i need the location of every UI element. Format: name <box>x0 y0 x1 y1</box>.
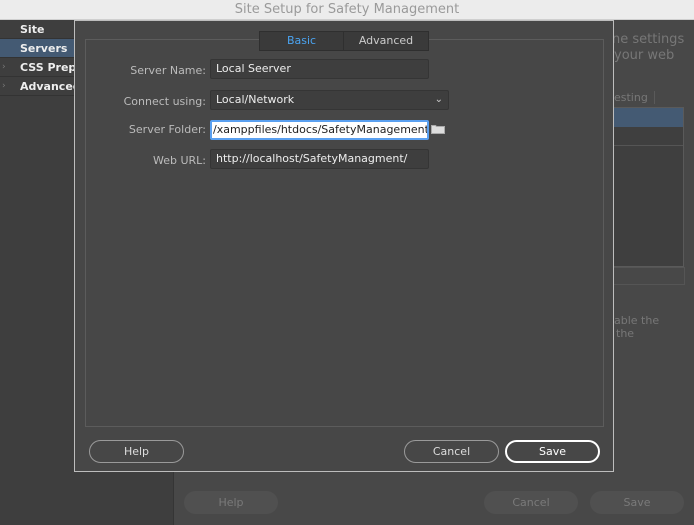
background-save-button: Save <box>590 491 684 514</box>
background-cancel-button: Cancel <box>484 491 578 514</box>
chevron-down-icon: ⌄ <box>434 94 443 105</box>
server-folder-label: Server Folder: <box>128 123 206 136</box>
help-button[interactable]: Help <box>89 440 184 463</box>
background-tab-testing: esting <box>614 91 655 104</box>
tab-advanced[interactable]: Advanced <box>344 32 428 50</box>
web-url-label: Web URL: <box>152 154 206 167</box>
folder-icon[interactable] <box>431 124 445 134</box>
sidebar-item-label: Servers <box>20 42 68 55</box>
connect-using-label: Connect using: <box>123 95 206 108</box>
web-url-input[interactable]: http://localhost/SafetyManagment/ <box>210 149 429 169</box>
sidebar-item-label: Site <box>20 23 45 36</box>
tab-bar: Basic Advanced <box>259 31 429 51</box>
save-button[interactable]: Save <box>505 440 600 463</box>
connect-using-value: Local/Network <box>216 93 295 106</box>
cancel-button[interactable]: Cancel <box>404 440 499 463</box>
server-folder-input[interactable]: /xamppfiles/htdocs/SafetyManagement <box>210 120 429 140</box>
server-name-label: Server Name: <box>130 64 206 77</box>
chevron-right-icon[interactable]: › <box>2 58 6 77</box>
background-server-list <box>604 107 684 267</box>
window-title: Site Setup for Safety Management <box>0 0 694 20</box>
background-help-button: Help <box>184 491 278 514</box>
server-settings-panel: Server Name: Local Seerver Connect using… <box>85 39 604 427</box>
connect-using-select[interactable]: Local/Network ⌄ <box>210 90 449 110</box>
background-text: your web <box>614 48 675 63</box>
tab-basic[interactable]: Basic <box>260 32 344 50</box>
background-text: the <box>616 327 635 340</box>
chevron-right-icon[interactable]: › <box>2 77 6 96</box>
background-text: able the <box>614 314 660 327</box>
background-text: ne settings <box>612 32 685 47</box>
server-setup-dialog: Server Name: Local Seerver Connect using… <box>74 20 614 472</box>
background-field <box>604 267 685 285</box>
server-name-input[interactable]: Local Seerver <box>210 59 429 79</box>
